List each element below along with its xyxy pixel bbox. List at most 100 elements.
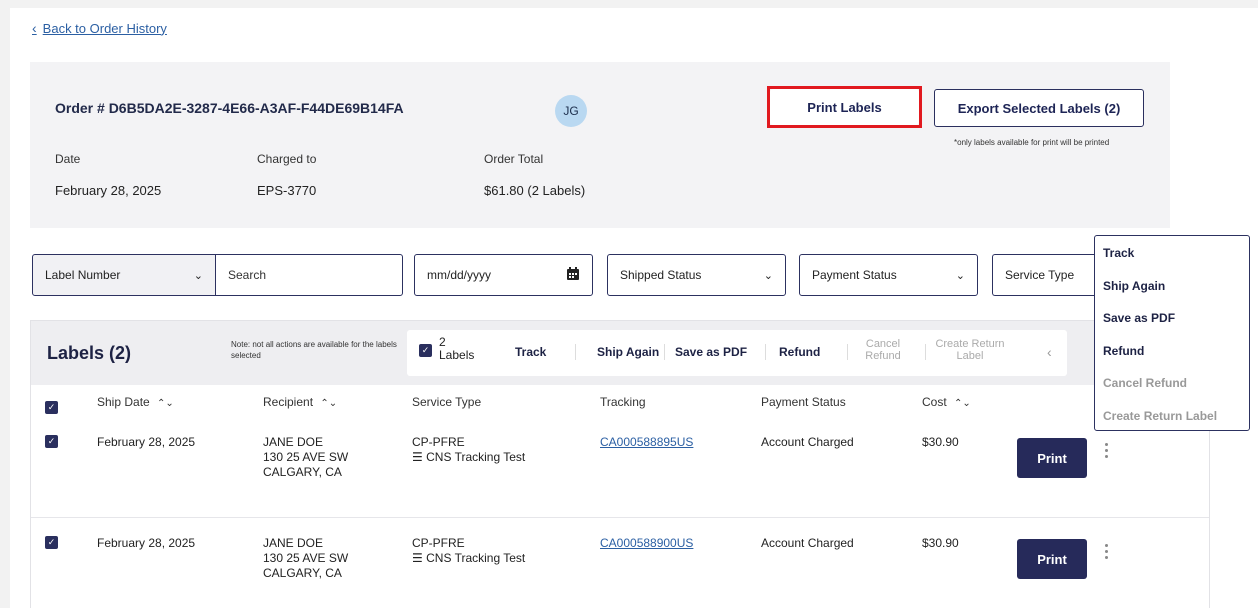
back-link[interactable]: ‹ Back to Order History: [32, 20, 167, 36]
service-type: CP-PFRE ☰ CNS Tracking Test: [412, 435, 525, 465]
chevron-down-icon: ⌄: [193, 269, 203, 282]
label-number-select[interactable]: Label Number ⌄: [32, 254, 216, 296]
total-value: $61.80 (2 Labels): [484, 183, 586, 198]
avatar[interactable]: JG: [555, 95, 587, 127]
payment-status-value: Payment Status: [812, 268, 897, 282]
table-row: ✓ February 28, 2025 JANE DOE 130 25 AVE …: [31, 417, 1209, 517]
charged-value: EPS-3770: [257, 183, 317, 198]
bulk-actions: ✓ 2 Labels Track Ship Again Save as PDF …: [407, 330, 1067, 376]
cost: $30.90: [922, 435, 959, 449]
charged-label: Charged to: [257, 152, 317, 166]
bulk-refund-button[interactable]: Refund: [779, 345, 820, 359]
labels-note: Note: not all actions are available for …: [231, 340, 397, 360]
divider: [664, 344, 665, 360]
recipient-address1: 130 25 AVE SW: [263, 450, 349, 464]
payment-status-select[interactable]: Payment Status ⌄: [799, 254, 978, 296]
col-ship-date-label: Ship Date: [97, 395, 150, 409]
order-title: Order # D6B5DA2E-3287-4E66-A3AF-F44DE69B…: [55, 100, 404, 116]
col-ship-date[interactable]: Ship Date ⌃⌄: [97, 395, 174, 409]
print-button[interactable]: Print: [1017, 438, 1087, 478]
divider: [925, 344, 926, 360]
ship-date: February 28, 2025: [97, 435, 196, 449]
table-row: ✓ February 28, 2025 JANE DOE 130 25 AVE …: [31, 518, 1209, 608]
service-code: CP-PFRE: [412, 435, 465, 449]
label-number-value: Label Number: [45, 268, 121, 282]
shipped-status-select[interactable]: Shipped Status ⌄: [607, 254, 786, 296]
col-recipient-label: Recipient: [263, 395, 314, 409]
more-options-icon[interactable]: [1103, 544, 1109, 559]
date-field[interactable]: mm/dd/yyyy: [414, 254, 593, 296]
recipient-name: JANE DOE: [263, 435, 324, 449]
search-placeholder: Search: [228, 268, 267, 282]
col-cost[interactable]: Cost ⌃⌄: [922, 395, 971, 409]
ship-date: February 28, 2025: [97, 536, 196, 550]
menu-item-refund[interactable]: Refund: [1103, 344, 1144, 358]
bulk-ship-again-button[interactable]: Ship Again: [597, 345, 659, 359]
col-service-type: Service Type: [412, 395, 482, 409]
check-icon: ✓: [45, 435, 58, 448]
check-icon: ✓: [45, 401, 58, 414]
chevron-down-icon: ⌄: [763, 269, 773, 282]
divider: [765, 344, 766, 360]
check-icon: ✓: [45, 536, 58, 549]
payment-status: Account Charged: [761, 435, 854, 449]
check-icon: ✓: [419, 344, 432, 357]
col-cost-label: Cost: [922, 395, 947, 409]
export-selected-label: Export Selected Labels (2): [957, 100, 1121, 116]
bulk-track-button[interactable]: Track: [515, 345, 546, 359]
menu-item-save-pdf[interactable]: Save as PDF: [1103, 311, 1175, 325]
chevron-left-icon[interactable]: ‹: [1047, 344, 1052, 360]
header-checkbox[interactable]: ✓: [45, 401, 58, 414]
date-value: February 28, 2025: [55, 183, 162, 198]
sort-icon: ⌃⌄: [157, 398, 174, 409]
back-link-label: Back to Order History: [42, 20, 167, 36]
payment-status: Account Charged: [761, 536, 854, 550]
row-checkbox[interactable]: ✓: [45, 435, 58, 448]
select-all-checkbox[interactable]: ✓: [419, 344, 432, 357]
bulk-save-pdf-button[interactable]: Save as PDF: [675, 345, 747, 359]
tracking-link[interactable]: CA000588900US: [600, 536, 693, 551]
search-input[interactable]: Search: [215, 254, 403, 296]
chevron-left-icon: ‹: [32, 20, 37, 36]
recipient-name: JANE DOE: [263, 536, 324, 550]
bulk-cancel-refund-button[interactable]: Cancel Refund: [861, 338, 905, 362]
menu-item-cancel-refund[interactable]: Cancel Refund: [1103, 376, 1187, 390]
recipient-address1: 130 25 AVE SW: [263, 551, 349, 565]
print-button[interactable]: Print: [1017, 539, 1087, 579]
row-actions-menu: Track Ship Again Save as PDF Refund Canc…: [1094, 235, 1250, 431]
chevron-down-icon: ⌄: [955, 269, 965, 282]
tracking-link[interactable]: CA000588895US: [600, 435, 693, 450]
export-selected-button[interactable]: Export Selected Labels (2): [934, 89, 1144, 127]
row-checkbox[interactable]: ✓: [45, 536, 58, 549]
bulk-create-return-button[interactable]: Create Return Label: [935, 338, 1005, 362]
recipient: JANE DOE 130 25 AVE SW CALGARY, CA: [263, 435, 348, 480]
service-type-value: Service Type: [1005, 268, 1075, 282]
labels-toolbar: Labels (2) Note: not all actions are ava…: [31, 321, 1209, 385]
menu-item-track[interactable]: Track: [1103, 246, 1134, 260]
layers-icon: ☰: [412, 551, 423, 565]
menu-item-create-return[interactable]: Create Return Label: [1103, 409, 1217, 423]
divider: [575, 344, 576, 360]
service-sub: CNS Tracking Test: [426, 551, 526, 565]
print-labels-button[interactable]: Print Labels: [770, 89, 919, 125]
calendar-icon[interactable]: [566, 266, 580, 284]
service-type: CP-PFRE ☰ CNS Tracking Test: [412, 536, 525, 566]
service-sub: CNS Tracking Test: [426, 450, 526, 464]
selected-count: 2 Labels: [439, 336, 474, 362]
col-recipient[interactable]: Recipient ⌃⌄: [263, 395, 337, 409]
labels-title: Labels (2): [47, 343, 132, 363]
menu-item-ship-again[interactable]: Ship Again: [1103, 279, 1165, 293]
col-payment-status: Payment Status: [761, 395, 846, 409]
sort-icon: ⌃⌄: [320, 398, 338, 409]
selected-count-word: Labels: [439, 348, 475, 362]
total-label: Order Total: [484, 152, 544, 166]
recipient-address2: CALGARY, CA: [263, 566, 342, 580]
date-placeholder: mm/dd/yyyy: [427, 268, 492, 282]
service-type-select[interactable]: Service Type: [992, 254, 1102, 296]
shipped-status-value: Shipped Status: [620, 268, 702, 282]
page: ‹ Back to Order History Order # D6B5DA2E…: [10, 8, 1258, 608]
more-options-icon[interactable]: [1103, 443, 1109, 458]
print-note: *only labels available for print will be…: [954, 138, 1110, 147]
cost: $30.90: [922, 536, 959, 550]
recipient-address2: CALGARY, CA: [263, 465, 342, 479]
